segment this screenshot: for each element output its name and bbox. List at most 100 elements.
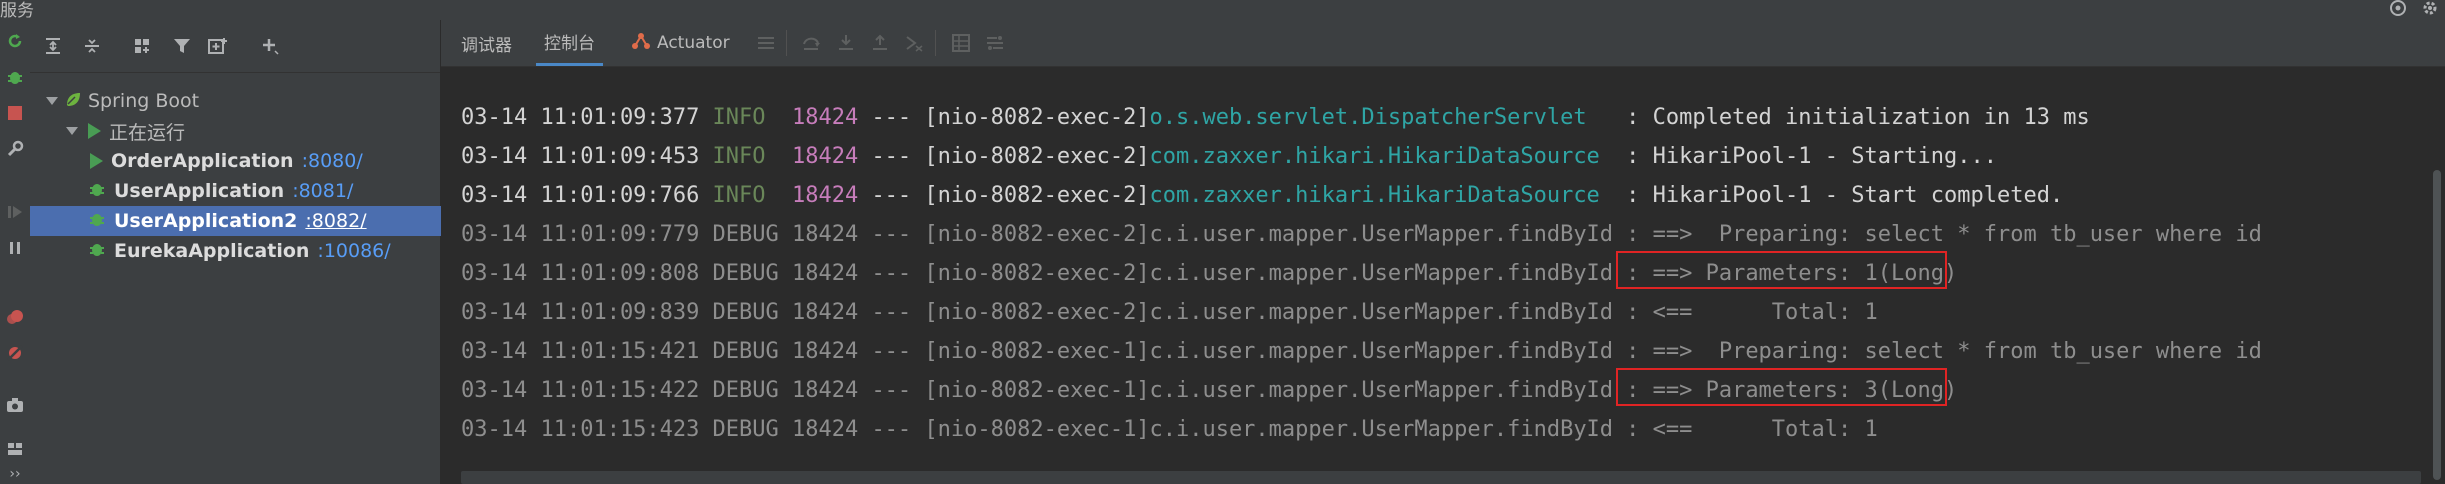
vertical-scrollbar[interactable] bbox=[2433, 170, 2441, 480]
expand-arrow-icon[interactable] bbox=[46, 97, 58, 105]
log-message: : ==> Preparing: select * from tb_user w… bbox=[1626, 339, 2262, 364]
debug-bug-icon[interactable] bbox=[0, 62, 30, 92]
app-name: UserApplication2 bbox=[114, 210, 298, 232]
log-pid: 18424 bbox=[792, 417, 859, 442]
console-tab-bar: 调试器 控制台 Actuator bbox=[441, 20, 2445, 67]
tab-debugger[interactable]: 调试器 bbox=[461, 20, 512, 66]
log-separator: --- bbox=[871, 183, 912, 208]
log-pid: 18424 bbox=[792, 222, 859, 247]
log-separator: --- bbox=[871, 417, 912, 442]
log-thread: [nio-8082-exec-2] bbox=[924, 261, 1150, 286]
log-timestamp: 03-14 11:01:15:421 bbox=[461, 339, 700, 364]
log-logger: c.i.user.mapper.UserMapper.findById bbox=[1149, 261, 1614, 286]
log-logger: c.i.user.mapper.UserMapper.findById bbox=[1149, 417, 1614, 442]
services-panel: Spring Boot 正在运行 OrderApplication :8080/… bbox=[30, 20, 498, 484]
expand-all-icon[interactable] bbox=[38, 31, 68, 61]
log-separator: --- bbox=[871, 222, 912, 247]
expand-arrow-icon[interactable] bbox=[66, 127, 78, 135]
log-separator: --- bbox=[871, 105, 912, 130]
resume-icon[interactable] bbox=[0, 197, 30, 227]
collapse-all-icon[interactable] bbox=[77, 31, 107, 61]
tree-node-spring-boot[interactable]: Spring Boot bbox=[30, 86, 456, 116]
app-name: UserApplication bbox=[114, 180, 285, 202]
highlight-annotation-box bbox=[1616, 251, 1947, 289]
tab-console[interactable]: 控制台 bbox=[536, 20, 603, 66]
step-into-icon[interactable] bbox=[832, 29, 860, 57]
log-separator: --- bbox=[871, 261, 912, 286]
log-level: INFO bbox=[712, 183, 766, 208]
breakpoint-icon[interactable] bbox=[0, 302, 30, 332]
tab-label: Actuator bbox=[657, 33, 730, 53]
log-thread: [nio-8082-exec-2] bbox=[924, 105, 1150, 130]
run-to-cursor-icon[interactable] bbox=[900, 29, 928, 57]
log-pid: 18424 bbox=[792, 183, 859, 208]
log-logger: com.zaxxer.hikari.HikariDataSource bbox=[1149, 183, 1600, 208]
log-level: INFO bbox=[712, 105, 766, 130]
add-icon[interactable] bbox=[255, 31, 285, 61]
wrench-icon[interactable] bbox=[0, 134, 30, 164]
log-level: DEBUG bbox=[712, 417, 779, 442]
port-link[interactable]: :8082/ bbox=[305, 210, 366, 232]
group-by-icon[interactable] bbox=[127, 31, 157, 61]
log-pid: 18424 bbox=[792, 339, 859, 364]
log-pid: 18424 bbox=[792, 300, 859, 325]
log-separator: --- bbox=[871, 144, 912, 169]
port-link[interactable]: :8080/ bbox=[302, 150, 363, 172]
filter-icon[interactable] bbox=[167, 31, 197, 61]
layout-icon[interactable] bbox=[0, 434, 30, 464]
tree-node-user-application[interactable]: UserApplication :8081/ bbox=[30, 176, 498, 206]
log-message: : HikariPool-1 - Start completed. bbox=[1626, 183, 2064, 208]
log-logger: c.i.user.mapper.UserMapper.findById bbox=[1149, 300, 1614, 325]
new-tab-icon[interactable] bbox=[203, 31, 233, 61]
menu-lines-icon[interactable] bbox=[752, 29, 780, 57]
log-level: DEBUG bbox=[712, 378, 779, 403]
tree-node-order-application[interactable]: OrderApplication :8080/ bbox=[30, 146, 500, 176]
settings-wheel-icon[interactable] bbox=[2389, 0, 2407, 21]
step-over-icon[interactable] bbox=[798, 29, 826, 57]
run-actions-strip: ›› bbox=[0, 20, 31, 484]
log-logger: c.i.user.mapper.UserMapper.findById bbox=[1149, 222, 1614, 247]
log-timestamp: 03-14 11:01:15:423 bbox=[461, 417, 700, 442]
log-thread: [nio-8082-exec-2] bbox=[924, 183, 1150, 208]
title-bar: 服务 bbox=[0, 0, 2445, 21]
camera-icon[interactable] bbox=[0, 390, 30, 420]
more-icon[interactable]: ›› bbox=[0, 464, 30, 484]
tab-actuator[interactable]: Actuator bbox=[631, 20, 730, 66]
run-icon bbox=[88, 123, 101, 139]
log-message: : <== Total: 1 bbox=[1626, 417, 1878, 442]
app-name: EurekaApplication bbox=[114, 240, 310, 262]
tree-node-label: Spring Boot bbox=[88, 90, 200, 112]
log-thread: [nio-8082-exec-2] bbox=[924, 222, 1150, 247]
log-thread: [nio-8082-exec-2] bbox=[924, 300, 1150, 325]
port-link[interactable]: :10086/ bbox=[317, 240, 390, 262]
pause-icon[interactable] bbox=[0, 233, 30, 263]
log-timestamp: 03-14 11:01:09:453 bbox=[461, 144, 700, 169]
tree-node-user-application2[interactable]: UserApplication2 :8082/ bbox=[30, 206, 498, 236]
table-icon[interactable] bbox=[947, 29, 975, 57]
rerun-icon[interactable] bbox=[0, 26, 30, 56]
title-bar-icons bbox=[2389, 0, 2439, 20]
tree-node-eureka-application[interactable]: EurekaApplication :10086/ bbox=[30, 236, 498, 266]
tab-label: 调试器 bbox=[461, 35, 512, 56]
log-timestamp: 03-14 11:01:09:766 bbox=[461, 183, 700, 208]
log-logger: c.i.user.mapper.UserMapper.findById bbox=[1149, 378, 1614, 403]
log-separator: --- bbox=[871, 378, 912, 403]
stop-icon[interactable] bbox=[0, 98, 30, 128]
toolbar-divider bbox=[935, 30, 936, 56]
log-level: DEBUG bbox=[712, 222, 779, 247]
port-link[interactable]: :8081/ bbox=[292, 180, 353, 202]
services-toolbar bbox=[30, 20, 440, 73]
tree-node-running[interactable]: 正在运行 bbox=[30, 116, 476, 146]
evaluate-icon[interactable] bbox=[981, 29, 1009, 57]
horizontal-scrollbar[interactable] bbox=[461, 471, 2421, 484]
highlight-annotation-box bbox=[1616, 368, 1947, 406]
run-icon bbox=[90, 153, 103, 169]
debug-bug-icon bbox=[88, 210, 106, 233]
log-thread: [nio-8082-exec-1] bbox=[924, 378, 1150, 403]
step-out-icon[interactable] bbox=[866, 29, 894, 57]
gear-icon[interactable] bbox=[2421, 0, 2439, 21]
app-name: OrderApplication bbox=[111, 150, 294, 172]
log-logger: o.s.web.servlet.DispatcherServlet bbox=[1149, 105, 1587, 130]
mute-breakpoints-icon[interactable] bbox=[0, 338, 30, 368]
log-level: DEBUG bbox=[712, 261, 779, 286]
